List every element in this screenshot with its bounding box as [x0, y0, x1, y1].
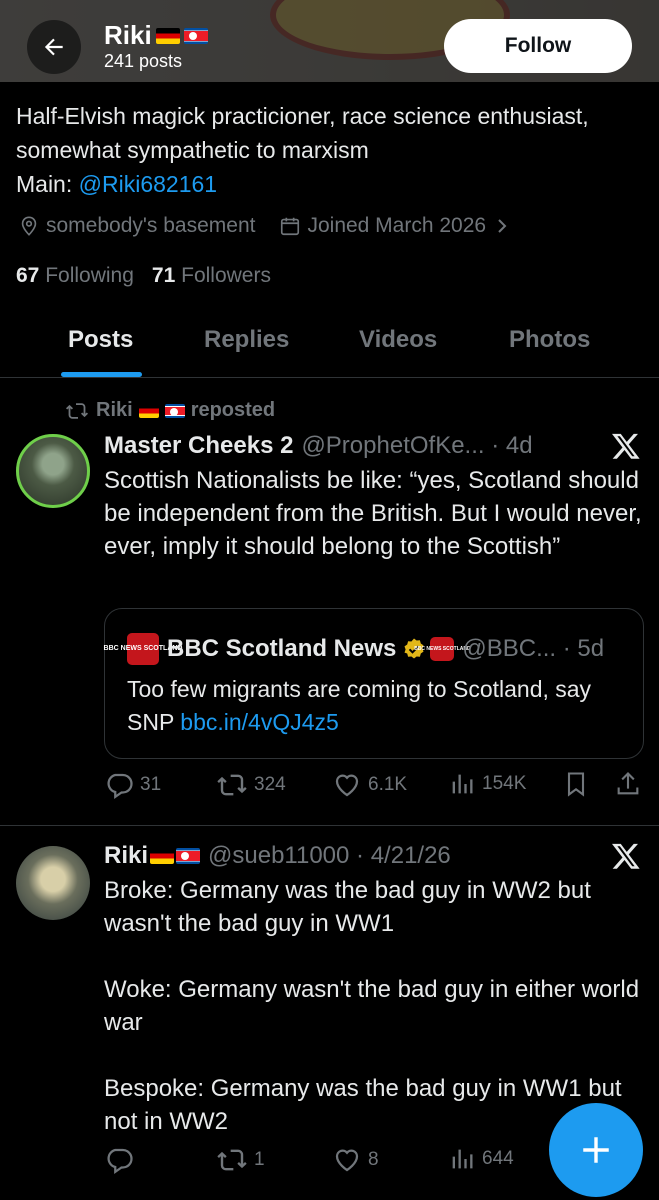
north-korea-flag-icon — [164, 403, 185, 418]
x-logo-icon[interactable] — [611, 431, 641, 461]
header-name: Riki — [104, 20, 208, 51]
quote-link[interactable]: bbc.in/4vQJ4z5 — [180, 709, 339, 735]
north-korea-flag-icon — [176, 848, 201, 864]
tab-photos[interactable]: Photos — [509, 326, 590, 354]
germany-flag-icon — [138, 403, 159, 418]
repost-icon — [217, 774, 247, 796]
bbc-news-scotland-logo: BBC NEWS SCOTLAND — [104, 633, 182, 665]
like-button[interactable]: 8 — [332, 1145, 379, 1175]
bio-main-link[interactable]: @Riki682161 — [79, 171, 217, 197]
like-button[interactable]: 6.1K — [332, 770, 407, 800]
post-handle-time: @sueb11000 · 4/21/26 — [208, 842, 451, 869]
avatar[interactable] — [16, 846, 90, 920]
reply-button[interactable] — [104, 1145, 140, 1175]
location-pin-icon — [18, 215, 40, 237]
post-author-name[interactable]: Master Cheeks 2 — [104, 432, 293, 460]
plus-icon — [583, 1137, 609, 1163]
bookmark-icon — [567, 772, 585, 797]
analytics-icon — [452, 774, 473, 794]
views-button[interactable]: 644 — [448, 1145, 514, 1173]
follow-button[interactable]: Follow — [444, 19, 632, 73]
back-button[interactable] — [27, 20, 81, 74]
followers-link[interactable]: 71 Followers — [152, 264, 271, 288]
post-header: Riki @sueb11000 · 4/21/26 — [104, 842, 451, 870]
germany-flag-icon — [155, 27, 180, 44]
quote-author-name: BBC Scotland News — [167, 635, 397, 662]
quote-handle-time: @BBC... · 5d — [462, 635, 605, 662]
post-text: Broke: Germany was the bad guy in WW2 bu… — [104, 877, 640, 1135]
tab-posts[interactable]: Posts — [68, 326, 133, 354]
quoted-post[interactable]: BBC NEWS SCOTLAND BBC Scotland News BBC … — [104, 608, 644, 759]
post-text: Scottish Nationalists be like: “yes, Sco… — [104, 467, 642, 560]
bookmark-button[interactable] — [562, 770, 590, 798]
germany-flag-icon — [150, 848, 175, 864]
calendar-icon — [279, 215, 301, 237]
x-logo-icon[interactable] — [611, 841, 641, 871]
post-header: Master Cheeks 2 @ProphetOfKe... · 4d — [104, 432, 533, 460]
chevron-right-icon[interactable] — [494, 216, 510, 236]
views-button[interactable]: 154K — [448, 770, 526, 798]
repost-icon — [66, 402, 88, 419]
profile-header: Riki 241 posts Follow — [0, 0, 659, 82]
active-tab-indicator — [61, 372, 142, 377]
compose-button[interactable] — [549, 1103, 643, 1197]
arrow-left-icon — [44, 38, 63, 56]
joined-date[interactable]: Joined March 2026 — [307, 214, 486, 238]
repost-icon — [217, 1149, 247, 1171]
repost-indicator: Riki reposted — [64, 399, 275, 422]
profile-tabs: Posts Replies Videos Photos — [0, 318, 659, 378]
quote-header: BBC NEWS SCOTLAND BBC Scotland News BBC … — [104, 633, 605, 665]
bbc-news-icon: BBC NEWS SCOTLAND — [414, 637, 471, 661]
profile-meta: somebody's basement Joined March 2026 — [18, 214, 516, 238]
profile-bio: Half-Elvish magick practicioner, race sc… — [16, 103, 589, 197]
heart-icon — [335, 1149, 359, 1172]
reply-button[interactable]: 31 — [104, 770, 161, 800]
share-button[interactable] — [614, 770, 642, 798]
post-author-name[interactable]: Riki — [104, 842, 148, 870]
post-actions: 31 324 6.1K 154K — [104, 770, 644, 806]
post-divider — [0, 825, 659, 826]
avatar[interactable] — [16, 434, 90, 508]
share-icon — [617, 772, 639, 795]
tab-replies[interactable]: Replies — [204, 326, 289, 354]
post-handle-time: @ProphetOfKe... · 4d — [301, 432, 533, 459]
reply-icon — [107, 1148, 133, 1175]
following-link[interactable]: 67 Following — [16, 264, 134, 288]
follow-counts: 67 Following 71 Followers — [16, 264, 271, 288]
header-posts-count: 241 posts — [104, 51, 183, 71]
tab-videos[interactable]: Videos — [359, 326, 437, 354]
repost-button[interactable]: 1 — [216, 1145, 265, 1175]
analytics-icon — [452, 1149, 473, 1169]
repost-button[interactable]: 324 — [216, 770, 286, 800]
heart-icon — [335, 774, 359, 797]
quote-text: Too few migrants are coming to Scotland,… — [127, 676, 592, 735]
location-text: somebody's basement — [46, 214, 256, 237]
north-korea-flag-icon — [183, 27, 208, 44]
reply-icon — [107, 773, 133, 800]
